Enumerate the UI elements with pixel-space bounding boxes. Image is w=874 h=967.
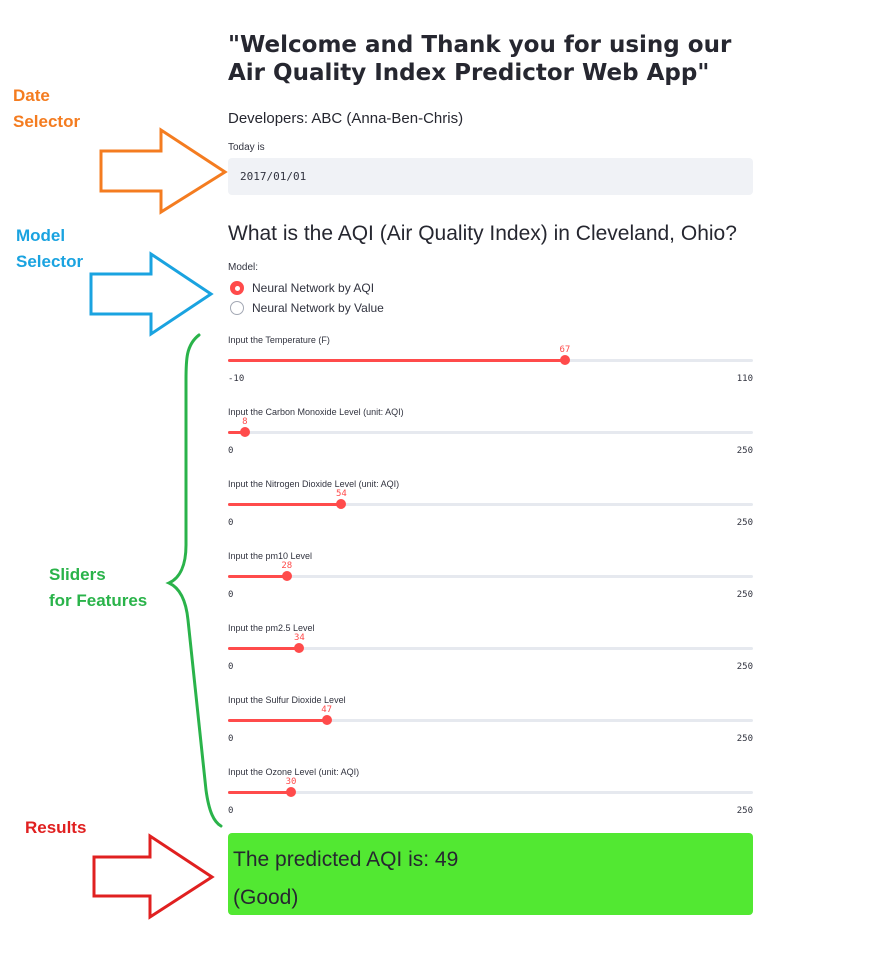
slider-min: 0 [228, 446, 234, 456]
model-option-value[interactable]: Neural Network by Value [230, 299, 384, 317]
sliders-brace-icon [165, 333, 223, 828]
slider-thumb[interactable] [294, 643, 305, 653]
slider-min: 0 [228, 806, 234, 816]
result-aqi-text: The predicted AQI is: 49 [233, 848, 459, 871]
slider-label: Input the Nitrogen Dioxide Level (unit: … [228, 479, 400, 489]
model-option-aqi[interactable]: Neural Network by AQI [230, 279, 374, 297]
model-arrow-icon [89, 251, 214, 337]
slider-value: 67 [559, 345, 571, 355]
pm10-slider[interactable]: Input the pm10 Level 28 0 250 [228, 551, 753, 615]
page-title: "Welcome and Thank you for using our Air… [228, 32, 732, 86]
result-category-text: (Good) [233, 886, 299, 909]
slider-track[interactable] [228, 499, 753, 509]
slider-thumb[interactable] [286, 787, 296, 797]
slider-track[interactable] [228, 787, 753, 797]
slider-label: Input the Sulfur Dioxide Level [228, 695, 346, 705]
carbon-monoxide-slider[interactable]: Input the Carbon Monoxide Level (unit: A… [228, 407, 753, 471]
slider-max: 250 [736, 734, 753, 744]
slider-min: -10 [228, 374, 245, 384]
slider-fill [228, 719, 327, 722]
slider-track[interactable] [228, 571, 753, 581]
slider-label: Input the pm2.5 Level [228, 623, 315, 633]
date-arrow-icon [99, 127, 228, 215]
slider-thumb[interactable] [559, 355, 570, 365]
pm25-slider[interactable]: Input the pm2.5 Level 34 0 250 [228, 623, 753, 687]
slider-track[interactable] [228, 643, 753, 653]
slider-value: 28 [281, 561, 293, 571]
temperature-slider[interactable]: Input the Temperature (F) 67 -10 110 [228, 335, 753, 399]
date-label: Today is [228, 142, 265, 153]
slider-thumb[interactable] [239, 427, 250, 437]
model-label: Model: [228, 262, 259, 273]
slider-value: 30 [285, 777, 297, 787]
slider-track[interactable] [228, 715, 753, 725]
radio-label: Neural Network by AQI [252, 281, 375, 295]
slider-max: 250 [736, 518, 753, 528]
nitrogen-dioxide-slider[interactable]: Input the Nitrogen Dioxide Level (unit: … [228, 479, 753, 543]
radio-button-icon[interactable] [230, 301, 244, 315]
slider-fill [228, 575, 287, 578]
slider-thumb[interactable] [321, 715, 332, 725]
prediction-result: The predicted AQI is: 49 (Good) [228, 833, 753, 915]
slider-thumb[interactable] [336, 499, 347, 509]
ozone-slider[interactable]: Input the Ozone Level (unit: AQI) 30 0 250 [228, 767, 753, 831]
slider-thumb[interactable] [281, 571, 292, 581]
slider-label: Input the Carbon Monoxide Level (unit: A… [228, 407, 404, 417]
slider-track[interactable] [228, 427, 753, 437]
results-arrow-icon [92, 833, 215, 920]
slider-max: 250 [736, 662, 753, 672]
slider-label: Input the Temperature (F) [228, 335, 330, 345]
radio-button-icon[interactable] [230, 281, 244, 295]
slider-fill [228, 503, 342, 506]
slider-max: 250 [736, 806, 753, 816]
slider-label: Input the pm10 Level [228, 551, 313, 561]
slider-fill [228, 647, 300, 650]
slider-value: 34 [293, 633, 305, 643]
slider-min: 0 [228, 590, 234, 600]
slider-label: Input the Ozone Level (unit: AQI) [228, 767, 360, 777]
date-input[interactable]: 2017/01/01 [228, 158, 753, 195]
sulfur-dioxide-slider[interactable]: Input the Sulfur Dioxide Level 47 0 250 [228, 695, 753, 759]
slider-min: 0 [228, 662, 234, 672]
slider-fill [228, 791, 291, 794]
slider-min: 0 [228, 518, 234, 528]
slider-max: 250 [736, 446, 753, 456]
slider-value: 54 [335, 489, 347, 499]
slider-value: 47 [321, 705, 333, 715]
slider-min: 0 [228, 734, 234, 744]
radio-label: Neural Network by Value [252, 301, 384, 315]
slider-max: 110 [736, 374, 753, 384]
slider-track[interactable] [228, 355, 753, 365]
slider-max: 250 [736, 590, 753, 600]
question-subheader: What is the AQI (Air Quality Index) in C… [228, 222, 737, 245]
developers-text: Developers: ABC (Anna-Ben-Chris) [228, 110, 464, 127]
slider-value: 8 [242, 417, 248, 427]
slider-fill [228, 359, 565, 362]
